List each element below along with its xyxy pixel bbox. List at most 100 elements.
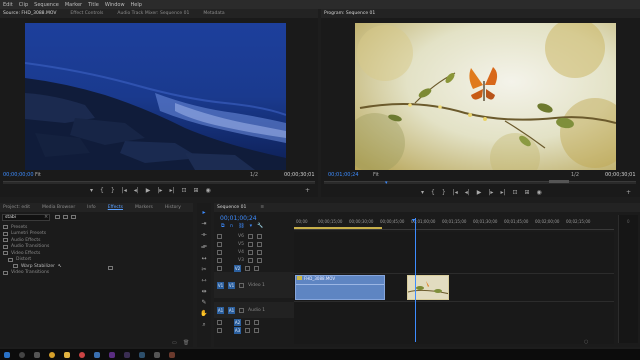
step-back-icon[interactable]: ◂| (134, 187, 139, 194)
search-clear-icon[interactable]: × (44, 214, 48, 220)
program-video-frame[interactable] (355, 23, 616, 170)
menu-sequence[interactable]: Sequence (34, 2, 59, 8)
tree-item-video-transitions[interactable]: Video Transitions (3, 270, 123, 277)
chrome-icon[interactable] (79, 351, 85, 358)
track-select-tool-icon[interactable]: ⇥ (201, 220, 206, 227)
source-scrubber[interactable] (3, 181, 315, 184)
lift-icon[interactable]: ⊡ (512, 189, 517, 196)
mark-in-bracket-icon[interactable]: { (100, 187, 104, 194)
program-fit-select[interactable]: Fit (373, 172, 379, 178)
lock-icon[interactable] (217, 265, 222, 271)
tab-info[interactable]: Info (87, 205, 96, 210)
tab-markers[interactable]: Markers (135, 205, 153, 210)
tab-source[interactable]: Source: FHD_3088.MOV (3, 11, 56, 16)
lock-icon[interactable] (217, 327, 222, 333)
new-bin-icon[interactable]: ▭ (172, 340, 177, 346)
lock-icon[interactable] (217, 233, 222, 239)
step-forward-icon[interactable]: |▸ (157, 187, 162, 194)
play-icon[interactable]: ▶ (146, 187, 151, 194)
add-marker-icon[interactable]: ▾ (250, 223, 253, 229)
mark-in-icon[interactable]: ▾ (421, 189, 424, 196)
mute-icon[interactable] (245, 319, 250, 325)
eye-icon[interactable] (256, 257, 262, 263)
sync-lock-icon[interactable] (247, 233, 253, 239)
solo-icon[interactable] (254, 327, 259, 333)
lock-icon[interactable] (217, 241, 222, 247)
store-icon[interactable] (94, 351, 100, 358)
solo-icon[interactable] (254, 319, 259, 325)
mark-out-bracket-icon[interactable]: } (111, 187, 115, 194)
mute-icon[interactable] (245, 327, 250, 333)
mark-out-bracket-icon[interactable]: } (442, 189, 446, 196)
source-patch-a1[interactable]: A1 (217, 306, 224, 314)
playhead-marker-icon[interactable]: ▾ (412, 217, 415, 224)
effects-search-input[interactable]: stabi (2, 214, 50, 221)
source-resolution[interactable]: 1/2 (250, 172, 258, 178)
tab-program[interactable]: Program: Sequence 01 (324, 11, 375, 16)
overwrite-icon[interactable]: ⊞ (194, 187, 199, 194)
delete-icon[interactable]: 🗑 (183, 340, 189, 346)
eye-icon[interactable] (256, 241, 262, 247)
program-playhead-icon[interactable]: ▾ (385, 180, 388, 186)
premiere-icon[interactable] (109, 351, 115, 358)
sync-lock-icon[interactable] (247, 257, 253, 263)
lock-icon[interactable] (217, 257, 222, 263)
accelerated-effects-icon[interactable] (55, 215, 60, 219)
track-target-v1[interactable]: V1 (228, 281, 235, 289)
ripple-edit-tool-icon[interactable]: ⟛ (201, 231, 206, 239)
tab-history[interactable]: History (165, 205, 181, 210)
export-frame-icon[interactable]: ◉ (206, 187, 211, 194)
slide-tool-icon[interactable]: ⇹ (201, 288, 206, 295)
source-video-frame[interactable] (25, 23, 286, 170)
track-target-v2[interactable]: V2 (234, 264, 241, 272)
app-icon[interactable] (139, 351, 145, 358)
linked-selection-icon[interactable]: ⛓ (238, 223, 244, 229)
menu-title[interactable]: Title (88, 2, 99, 8)
track-target-a1[interactable]: A1 (228, 306, 235, 314)
track-area[interactable]: FHD_3088.MOV ▾ (294, 217, 614, 344)
zoom-tool-icon[interactable]: ⌕ (202, 321, 205, 329)
slip-tool-icon[interactable]: ⇿ (201, 277, 206, 284)
step-forward-icon[interactable]: |▸ (488, 189, 493, 196)
media-encoder-icon[interactable] (124, 351, 130, 358)
source-add-button-icon[interactable]: + (305, 187, 310, 194)
video-clip-2[interactable] (407, 275, 449, 300)
pen-tool-icon[interactable]: ✎ (201, 299, 206, 306)
yuv-effects-icon[interactable] (71, 215, 76, 219)
hand-tool-icon[interactable]: ✋ (200, 310, 207, 317)
tab-sequence[interactable]: Sequence 01 (217, 205, 246, 210)
playhead-line[interactable] (415, 218, 416, 342)
track-target-a3[interactable]: A3 (234, 326, 241, 334)
search-icon[interactable] (19, 351, 25, 358)
step-back-icon[interactable]: ◂| (465, 189, 470, 196)
timeline-scroll-icon[interactable]: ○ (584, 339, 588, 345)
eye-icon[interactable] (254, 265, 259, 271)
mark-in-icon[interactable]: ▾ (90, 187, 93, 194)
menu-marker[interactable]: Marker (65, 2, 82, 8)
tab-effect-controls[interactable]: Effect Controls (70, 11, 103, 16)
sync-lock-icon[interactable] (245, 265, 250, 271)
play-icon[interactable]: ▶ (477, 189, 482, 196)
work-area-bar[interactable] (294, 227, 382, 229)
insert-icon[interactable]: ⊡ (181, 187, 186, 194)
timeline-timecode[interactable]: 00;01;00;24 (220, 215, 257, 222)
source-fit-select[interactable]: Fit (35, 172, 41, 178)
taskview-icon[interactable] (34, 351, 40, 358)
wrench-icon[interactable]: 🔧 (257, 223, 263, 229)
video-clip-1[interactable]: FHD_3088.MOV (295, 275, 385, 300)
eye-icon[interactable] (256, 249, 262, 255)
32bit-effects-icon[interactable] (63, 215, 68, 219)
menu-edit[interactable]: Edit (3, 2, 13, 8)
razor-tool-icon[interactable]: ✂ (201, 266, 206, 273)
sync-lock-icon[interactable] (239, 282, 244, 288)
mute-icon[interactable] (239, 307, 244, 313)
extract-icon[interactable]: ⊞ (525, 189, 530, 196)
export-frame-icon[interactable]: ◉ (537, 189, 542, 196)
menu-help[interactable]: Help (131, 2, 142, 8)
start-icon[interactable] (4, 351, 10, 358)
eye-icon[interactable] (256, 233, 262, 239)
source-patch-v1[interactable]: V1 (217, 281, 224, 289)
app-icon[interactable] (169, 351, 175, 358)
selection-tool-icon[interactable]: ▸ (202, 209, 205, 216)
source-timecode[interactable]: 00;00;00;00 (3, 172, 34, 178)
